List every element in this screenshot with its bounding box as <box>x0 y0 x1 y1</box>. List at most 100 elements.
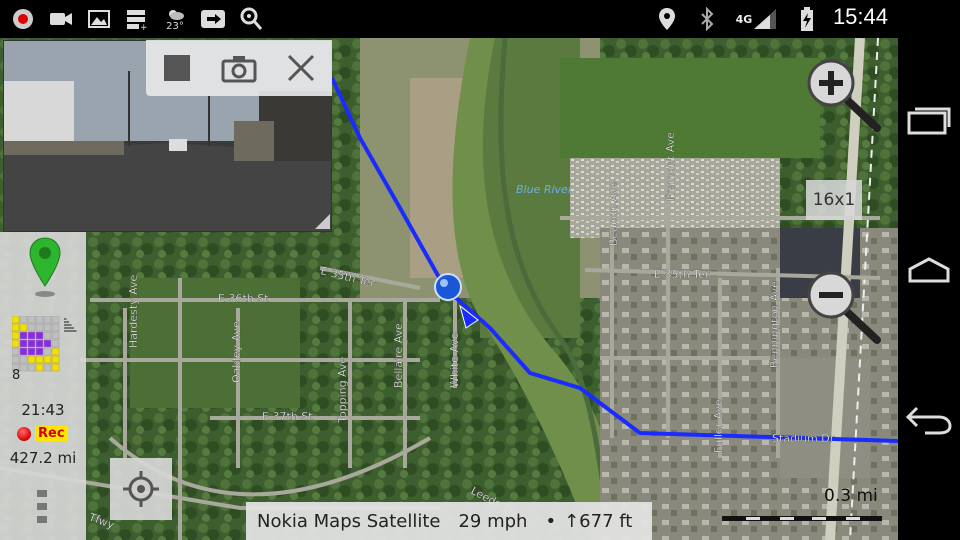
record-icon <box>10 6 36 32</box>
satellite-cell <box>19 331 28 340</box>
svg-text:+: + <box>140 23 148 30</box>
satellite-cell <box>27 347 36 356</box>
satellite-cell <box>19 339 28 348</box>
satellite-cell <box>35 339 44 348</box>
satellite-count: 8 <box>12 368 21 383</box>
river-label: Blue River <box>516 183 574 196</box>
stop-icon <box>164 55 190 81</box>
satellite-cell <box>35 315 44 324</box>
temperature-label: 23° <box>166 20 184 32</box>
elapsed-time: 21:43 <box>21 401 65 419</box>
street-label: Bennington Ave <box>768 281 781 368</box>
trip-info-bar[interactable]: Nokia Maps Satellite 29 mph • ↑677 ft <box>246 502 652 540</box>
satellite-cell <box>43 363 52 372</box>
street-label: Topping Ave <box>336 357 349 424</box>
forward-icon <box>200 6 226 32</box>
satellite-cell <box>11 355 20 364</box>
back-icon <box>905 406 952 435</box>
satellite-cell <box>27 363 36 372</box>
satellite-cell <box>43 355 52 364</box>
satellite-cell <box>11 339 20 348</box>
zoom-out-icon <box>807 271 881 344</box>
status-panel: 8 21:43 Rec 427.2 mi <box>0 232 86 540</box>
status-bar: + 23° 4G 15:44 <box>0 0 960 38</box>
zoom-out-button[interactable] <box>805 270 883 348</box>
satellite-signal-icon <box>11 315 77 372</box>
satellite-cell <box>19 355 28 364</box>
satellite-cell <box>11 331 20 340</box>
sd-card-icon: + <box>124 6 150 32</box>
satellite-grid <box>11 315 78 386</box>
close-camera-button[interactable] <box>281 48 321 88</box>
recording-indicator[interactable]: Rec <box>17 426 68 441</box>
satellite-cell <box>43 339 52 348</box>
home-button[interactable] <box>898 240 960 300</box>
satellite-cell <box>51 331 60 340</box>
weather-icon: 23° <box>162 6 188 32</box>
zoom-in-icon <box>807 59 881 132</box>
my-location-button[interactable] <box>110 458 172 520</box>
crosshair-icon <box>123 471 159 507</box>
satellite-cell <box>35 355 44 364</box>
satellite-cell <box>35 323 44 332</box>
overflow-menu-button[interactable] <box>36 490 48 528</box>
satellite-cell <box>19 315 28 324</box>
zoom-level: 16x1 <box>806 180 862 220</box>
menu-dots-icon <box>37 490 47 523</box>
satellite-cell <box>27 323 36 332</box>
satellite-cell <box>51 363 60 372</box>
back-button[interactable] <box>898 390 960 450</box>
rec-dot-icon <box>17 426 31 441</box>
stop-button[interactable] <box>157 48 197 88</box>
map-pin-icon <box>29 237 61 297</box>
street-label: Stadium Dr <box>772 432 835 445</box>
street-label: E 37th St <box>262 410 313 423</box>
speed: 29 mph <box>458 510 528 532</box>
recent-apps-icon <box>907 107 951 135</box>
scale-bar <box>722 516 882 521</box>
street-label: White Ave <box>448 332 461 388</box>
street-label: Fremont Ave <box>664 132 677 201</box>
home-icon <box>908 257 950 283</box>
street-label: Oakley Ave <box>230 321 243 383</box>
street-label: Fuller Ave <box>712 399 725 453</box>
satellite-cell <box>51 355 60 364</box>
network-type: 4G <box>735 12 753 26</box>
satellite-cell <box>43 347 52 356</box>
signal-icon: 4G <box>734 6 780 32</box>
satellite-cell <box>51 347 60 356</box>
camera-controls <box>146 40 332 96</box>
street-label: E 36th St <box>218 292 269 305</box>
distance-total: 427.2 mi <box>9 449 77 467</box>
navigation-bar <box>898 0 960 540</box>
satellite-cell <box>35 331 44 340</box>
camera-icon <box>221 56 257 83</box>
close-icon <box>287 54 315 82</box>
satellite-cell <box>51 315 60 324</box>
satellite-cell <box>43 323 52 332</box>
satellite-cell <box>51 323 60 332</box>
waypoint-pin-button[interactable] <box>28 236 62 306</box>
video-icon <box>48 6 74 32</box>
satellite-cell <box>43 331 52 340</box>
street-label: E 35th Ter <box>654 268 710 281</box>
street-label: Beacon Ave <box>607 181 620 246</box>
image-icon <box>86 6 112 32</box>
satellite-cell <box>11 347 20 356</box>
satellite-cell <box>27 339 36 348</box>
satellite-cell <box>11 315 20 324</box>
satellite-cell <box>19 363 28 372</box>
snapshot-button[interactable] <box>219 48 259 88</box>
bluetooth-icon <box>694 6 720 32</box>
map-search-icon <box>238 6 264 32</box>
battery-charging-icon <box>794 6 820 32</box>
altitude: ↑677 ft <box>564 510 633 532</box>
rec-label: Rec <box>35 426 68 441</box>
zoom-in-button[interactable] <box>805 58 883 136</box>
satellite-cell <box>27 355 36 364</box>
satellite-cell <box>35 363 44 372</box>
recent-apps-button[interactable] <box>898 90 960 150</box>
separator: • <box>545 510 557 532</box>
satellite-cell <box>51 339 60 348</box>
clock: 15:44 <box>832 4 888 29</box>
